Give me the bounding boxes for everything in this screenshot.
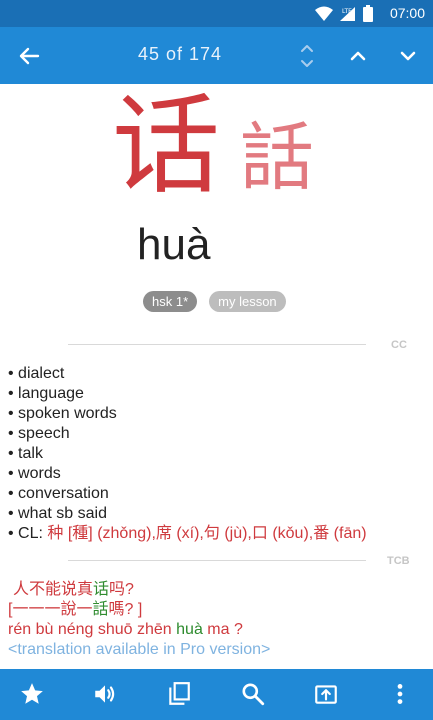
sort-icon [301, 45, 313, 67]
definition-item: • what sb said [8, 505, 107, 522]
pinyin: huà [137, 220, 211, 269]
definition-list: • dialect • language • spoken words • sp… [8, 364, 367, 544]
example-pinyin: rén bù néng shuō zhēn huà ma ? [8, 621, 243, 638]
example-translation[interactable]: <translation available in Pro version> [8, 640, 270, 660]
definition-item: • dialect [8, 365, 65, 382]
share-icon [315, 685, 337, 704]
divider-tcb [68, 560, 366, 561]
copy-button[interactable] [166, 681, 192, 707]
status-time: 07:00 [389, 5, 425, 21]
favorite-button[interactable] [19, 681, 45, 707]
classifier-text[interactable]: 种 [種] (zhǒng),席 (xí),句 (jù),口 (kǒu),番 (f… [47, 525, 366, 542]
classifier-item: • CL: 种 [種] (zhǒng),席 (xí),句 (jù),口 (kǒu… [8, 525, 367, 542]
hanzi-display: 话 話 [0, 92, 433, 207]
source-label-cc: CC [391, 339, 407, 351]
app-bar: 45 of 174 [0, 27, 433, 84]
chevron-up-icon [350, 51, 366, 61]
speaker-icon [95, 685, 115, 703]
arrow-back-icon [19, 47, 40, 65]
status-bar: LTE 07:00 [0, 0, 433, 27]
search-button[interactable] [240, 681, 266, 707]
sort-button[interactable] [295, 41, 319, 71]
classifier-label: CL: [18, 525, 43, 542]
definition-item: • language [8, 385, 84, 402]
example-traditional[interactable]: [一一一說一話嗎? ] [8, 600, 270, 620]
search-icon [242, 683, 265, 706]
chevron-down-icon [400, 51, 416, 61]
previous-entry-button[interactable] [344, 41, 372, 71]
svg-text:LTE: LTE [342, 8, 352, 15]
star-icon [21, 683, 43, 704]
example-sentence: 人不能说真话吗? [一一一說一話嗎? ] rén bù néng shuō zh… [8, 580, 270, 660]
counter-current: 45 [137, 44, 160, 64]
bottom-toolbar [0, 669, 433, 720]
source-label-tcb: TCB [387, 555, 410, 567]
simplified-character[interactable]: 话 [112, 92, 220, 202]
tag-list: hsk 1* my lesson [143, 291, 286, 312]
signal-icon: LTE [340, 6, 355, 21]
share-button[interactable] [313, 681, 339, 707]
more-vert-icon [397, 684, 403, 704]
back-button[interactable] [14, 41, 44, 71]
example-simplified[interactable]: 人不能说真话吗? [8, 580, 270, 600]
wifi-icon [315, 6, 333, 21]
copy-icon [169, 682, 190, 705]
entry-counter: 45 of 174 [130, 44, 230, 65]
counter-of: of [165, 44, 183, 64]
definition-item: • spoken words [8, 405, 117, 422]
more-options-button[interactable] [387, 681, 413, 707]
counter-total: 174 [189, 44, 223, 64]
status-icons: LTE [315, 5, 373, 22]
definition-item: • talk [8, 445, 43, 462]
battery-icon [363, 5, 373, 22]
next-entry-button[interactable] [394, 41, 422, 71]
definition-item: • words [8, 465, 61, 482]
divider-cc [68, 344, 366, 345]
definition-item: • speech [8, 425, 70, 442]
tag-hsk[interactable]: hsk 1* [143, 291, 198, 312]
definition-item: • conversation [8, 485, 109, 502]
traditional-character[interactable]: 話 [240, 118, 314, 198]
speak-button[interactable] [92, 681, 118, 707]
tag-my-lesson[interactable]: my lesson [209, 291, 286, 312]
